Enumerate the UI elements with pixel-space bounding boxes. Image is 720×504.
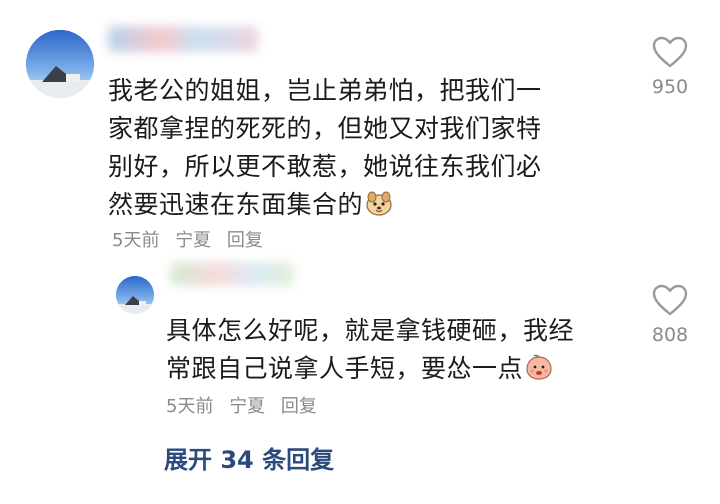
comment-line-text: 常跟自己说拿人手短，要怂一点 (166, 354, 524, 383)
avatar-image (26, 30, 94, 98)
comment-time: 5天前 (166, 396, 214, 417)
comment-line: 然要迅速在东面集合的 (108, 186, 628, 224)
comment-line: 常跟自己说拿人手短，要怂一点 (166, 350, 626, 388)
like-button[interactable]: 808 (642, 284, 698, 346)
comment-meta: 5天前 宁夏 回复 (166, 392, 327, 418)
comment-body: 具体怎么好呢，就是拿钱硬砸，我经 常跟自己说拿人手短，要怂一点 (166, 312, 626, 388)
comment-line-text: 然要迅速在东面集合的 (108, 190, 364, 219)
comment-meta: 5天前 宁夏 回复 (112, 226, 273, 252)
peach-face-emoji-icon (525, 353, 553, 381)
like-count: 950 (651, 76, 689, 98)
avatar-image (116, 276, 154, 314)
like-count: 808 (651, 324, 689, 346)
comment-line: 具体怎么好呢，就是拿钱硬砸，我经 (166, 316, 575, 345)
username-blurred (170, 262, 294, 286)
avatar[interactable] (26, 30, 94, 98)
comment-location: 宁夏 (175, 230, 212, 251)
like-button[interactable]: 950 (642, 36, 698, 98)
comment-time: 5天前 (112, 230, 160, 251)
comment-location: 宁夏 (229, 396, 266, 417)
comment-line: 家都拿捏的死死的，但她又对我们家特 (108, 114, 542, 143)
reply-button[interactable]: 回复 (281, 396, 317, 417)
dog-face-emoji-icon (365, 189, 393, 217)
comment-line: 我老公的姐姐，岂止弟弟怕，把我们一 (108, 76, 542, 105)
expand-replies-link[interactable]: 展开 34 条回复 (164, 440, 334, 475)
username-blurred (108, 26, 258, 52)
heart-icon (652, 284, 688, 316)
heart-icon (652, 36, 688, 68)
reply-button[interactable]: 回复 (227, 230, 263, 251)
comment-line: 别好，所以更不敢惹，她说往东我们必 (108, 152, 542, 181)
avatar[interactable] (116, 276, 154, 314)
comment-body: 我老公的姐姐，岂止弟弟怕，把我们一 家都拿捏的死死的，但她又对我们家特 别好，所… (108, 72, 628, 224)
